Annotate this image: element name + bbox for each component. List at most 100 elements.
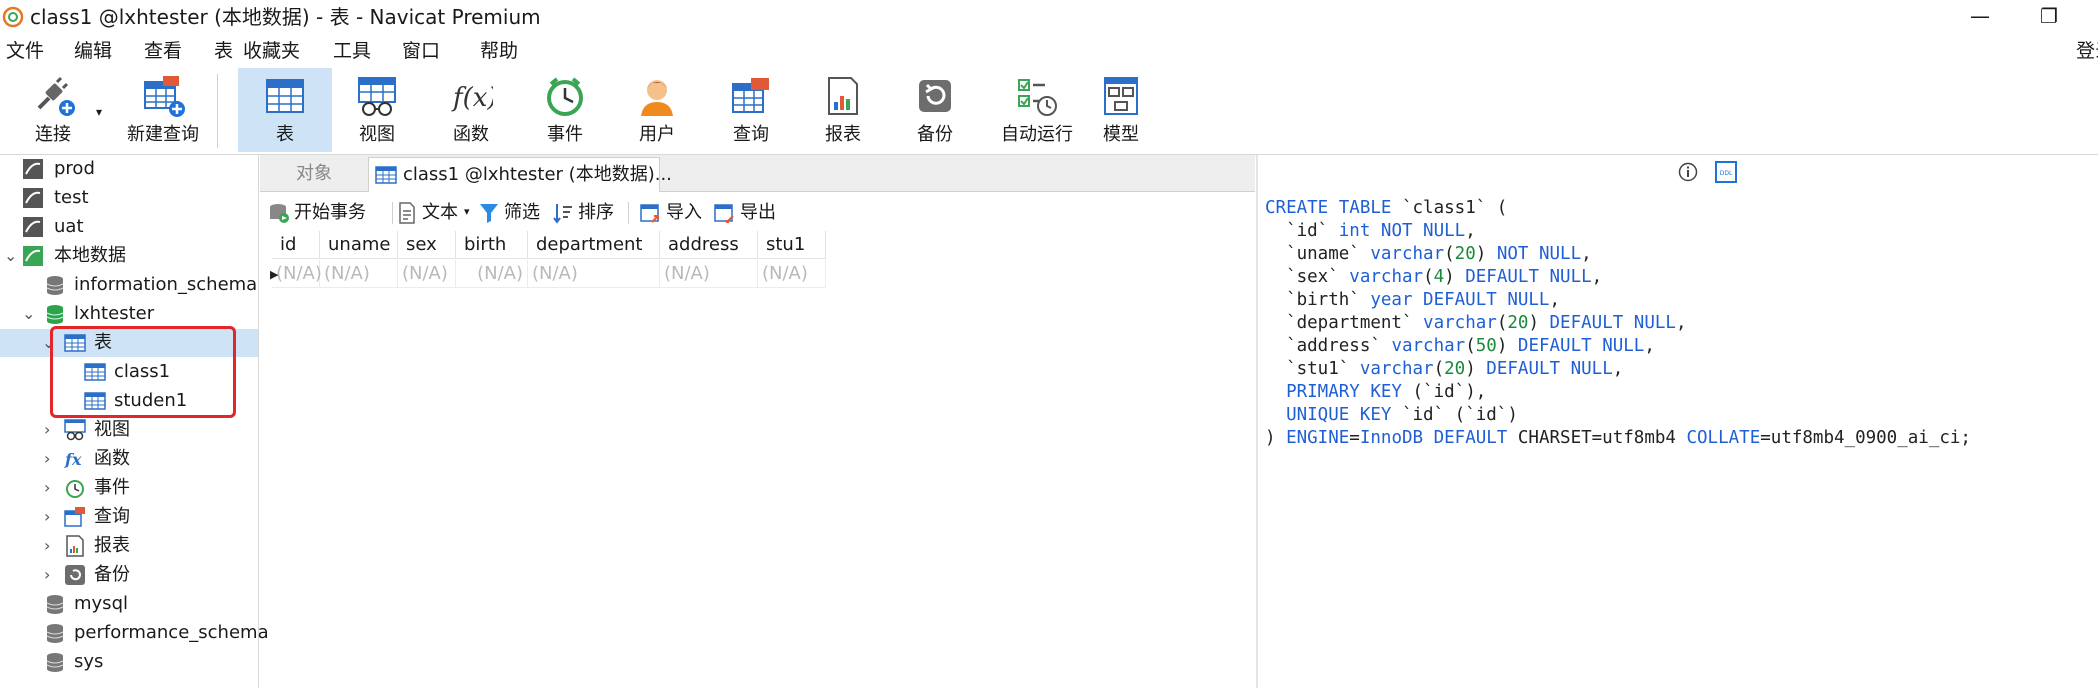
toolbar-event-button[interactable]: 事件 <box>520 68 610 152</box>
menu-tools[interactable]: 工具 <box>333 39 371 63</box>
menu-favorites[interactable]: 收藏夹 <box>243 39 300 63</box>
column-header-birth[interactable]: birth <box>456 231 528 259</box>
export-button[interactable]: 导出 <box>714 198 786 228</box>
column-header-stu1[interactable]: stu1 <box>758 231 826 259</box>
filter-button[interactable]: 筛选 <box>478 198 548 228</box>
toolbar-label: 表 <box>276 124 294 145</box>
toolbar-model-button[interactable]: 模型 <box>1076 68 1166 152</box>
menu-window[interactable]: 窗口 <box>402 39 440 63</box>
column-header-address[interactable]: address <box>660 231 758 259</box>
toolbar-label: 函数 <box>453 124 489 145</box>
column-header-sex[interactable]: sex <box>398 231 456 259</box>
ddl-view-icon[interactable]: DDL <box>1715 161 1737 183</box>
chevron-right-icon[interactable]: › <box>44 507 50 527</box>
chevron-right-icon[interactable]: › <box>44 478 50 498</box>
action-label: 导出 <box>740 202 776 223</box>
import-icon <box>640 204 659 223</box>
tree-item-performance-schema[interactable]: performance_schema <box>0 619 269 647</box>
toolbar-backup-button[interactable]: 备份 <box>890 68 980 152</box>
tree-item-label: lxhtester <box>74 303 155 324</box>
chevron-right-icon[interactable]: › <box>44 565 50 585</box>
table-cell[interactable]: (N/A) <box>758 260 826 288</box>
table-cell[interactable]: (N/A) <box>320 260 398 288</box>
toolbar-new-query-button[interactable]: 新建查询 <box>108 68 218 152</box>
tree-item-information-schema[interactable]: information_schema <box>0 271 258 299</box>
menu-table[interactable]: 表 <box>214 39 233 63</box>
toolbar-label: 视图 <box>359 124 395 145</box>
ddl-line: `sex` varchar(4) DEFAULT NULL, <box>1265 267 1603 287</box>
sort-icon <box>553 204 572 224</box>
query-icon <box>64 507 85 527</box>
tree-item-functions[interactable]: › fx 函数 <box>0 445 258 473</box>
chevron-down-icon[interactable]: ⌄ <box>22 304 35 324</box>
table-cell[interactable]: (N/A) <box>272 260 322 288</box>
tab-objects[interactable]: 对象 <box>262 157 366 191</box>
column-header-department[interactable]: department <box>528 231 660 259</box>
import-button[interactable]: 导入 <box>640 198 712 228</box>
toolbar-report-button[interactable]: 报表 <box>798 68 888 152</box>
toolbar-table-button[interactable]: 表 <box>238 68 332 152</box>
chevron-right-icon[interactable]: › <box>44 536 50 556</box>
minimize-button[interactable]: — <box>1970 2 1990 30</box>
text-dropdown-caret[interactable]: ▾ <box>464 205 470 218</box>
tree-item-prod[interactable]: prod <box>0 155 258 183</box>
chevron-right-icon[interactable]: › <box>44 420 50 440</box>
column-header-id[interactable]: id <box>272 231 320 259</box>
tree-item-views[interactable]: › 视图 <box>0 416 258 444</box>
table-cell[interactable]: (N/A) <box>456 260 528 288</box>
tree-item-sys[interactable]: sys <box>0 648 258 676</box>
tree-item-reports[interactable]: › 报表 <box>0 532 258 560</box>
menu-file[interactable]: 文件 <box>6 39 44 63</box>
ddl-code-block[interactable]: CREATE TABLE `class1` ( `id` int NOT NUL… <box>1265 197 1971 450</box>
mysql-connection-icon <box>23 188 43 208</box>
toolbar-connection-button[interactable]: 连接 <box>8 68 98 152</box>
tree-item-uat[interactable]: uat <box>0 213 258 241</box>
tree-item-local-connection[interactable]: ⌄ 本地数据 <box>0 242 258 270</box>
menu-view[interactable]: 查看 <box>144 39 182 63</box>
ddl-line: `id` int NOT NULL, <box>1265 221 1476 241</box>
tree-item-label: 视图 <box>94 419 130 440</box>
table-cell[interactable]: (N/A) <box>398 260 456 288</box>
table-cell[interactable]: (N/A) <box>528 260 660 288</box>
tree-item-queries[interactable]: › 查询 <box>0 503 258 531</box>
action-label: 导入 <box>666 202 702 223</box>
query-icon <box>732 78 769 113</box>
info-icon[interactable] <box>1678 162 1698 182</box>
toolbar-query-button[interactable]: 查询 <box>706 68 796 152</box>
column-header-uname[interactable]: uname <box>320 231 398 259</box>
function-icon: fx <box>64 450 82 469</box>
begin-transaction-button[interactable]: 开始事务 <box>268 198 384 228</box>
action-label: 筛选 <box>504 202 540 223</box>
restore-button[interactable]: ❐ <box>2040 2 2058 30</box>
tree-item-test[interactable]: test <box>0 184 258 212</box>
toolbar-separator <box>217 74 218 148</box>
connection-dropdown-caret[interactable]: ▾ <box>96 106 102 118</box>
ddl-line: ) ENGINE=InnoDB DEFAULT CHARSET=utf8mb4 … <box>1265 428 1971 448</box>
menu-help[interactable]: 帮助 <box>480 39 518 63</box>
toolbar-label: 备份 <box>917 124 953 145</box>
tree-item-label: 备份 <box>94 564 130 585</box>
menu-edit[interactable]: 编辑 <box>74 39 112 63</box>
table-cell[interactable]: (N/A) <box>660 260 758 288</box>
editor-tab-bar: 对象 class1 @lxhtester (本地数据)... <box>260 155 1255 192</box>
main-toolbar: 连接 ▾ 新建查询 表 视图 f(x 函数 事件 用户 查询 报表 备份 自动运… <box>0 68 2098 155</box>
tree-item-mysql[interactable]: mysql <box>0 590 258 618</box>
toolbar-function-button[interactable]: f(x) 函数 <box>426 68 516 152</box>
tree-item-lxhtester[interactable]: ⌄ lxhtester <box>0 300 258 328</box>
tree-item-backups[interactable]: › 备份 <box>0 561 258 589</box>
database-active-icon <box>46 305 64 324</box>
toolbar-user-button[interactable]: 用户 <box>612 68 702 152</box>
login-link[interactable]: 登录 <box>2076 39 2098 63</box>
transaction-icon <box>270 204 289 223</box>
object-tree-sidebar[interactable]: prod test uat ⌄ 本地数据 information_schema … <box>0 155 269 688</box>
tab-class1-table[interactable]: class1 @lxhtester (本地数据)... <box>368 157 672 192</box>
mysql-connection-icon <box>23 217 43 237</box>
report-icon <box>828 77 858 115</box>
tree-item-events[interactable]: › 事件 <box>0 474 258 502</box>
chevron-right-icon[interactable]: › <box>44 449 50 469</box>
ddl-line: `stu1` varchar(20) DEFAULT NULL, <box>1265 359 1624 379</box>
toolbar-view-button[interactable]: 视图 <box>332 68 422 152</box>
action-label: 开始事务 <box>294 202 366 223</box>
sort-button[interactable]: 排序 <box>552 198 624 228</box>
chevron-down-icon[interactable]: ⌄ <box>4 246 17 266</box>
